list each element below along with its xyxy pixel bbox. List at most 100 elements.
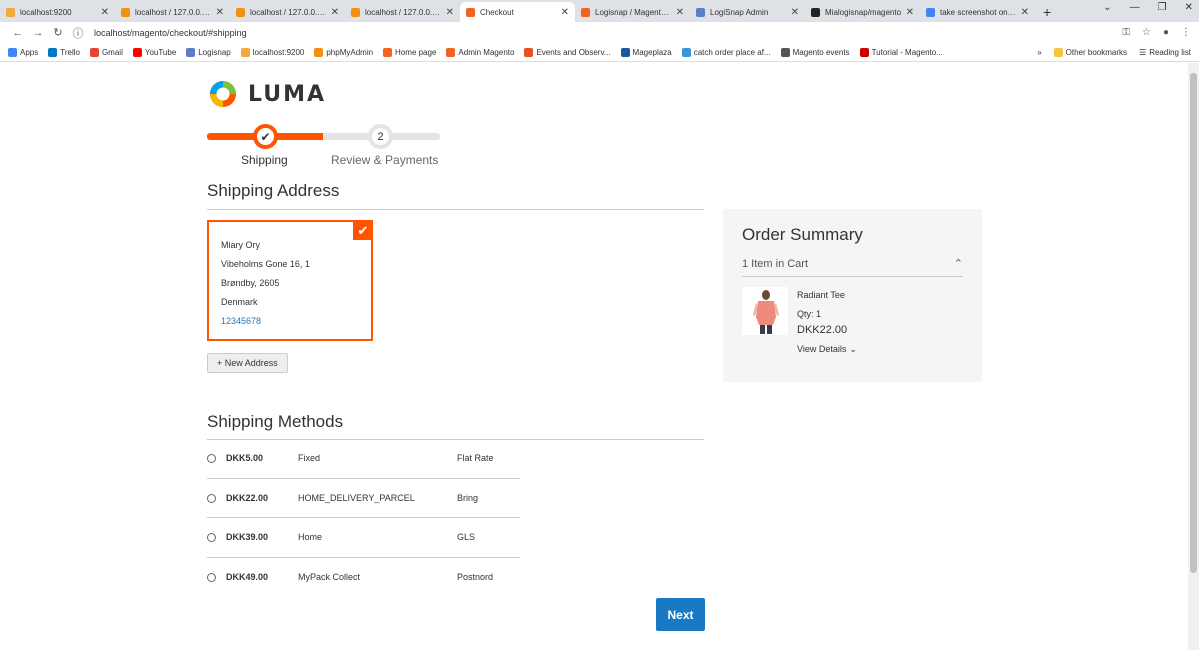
luma-logo[interactable]: LUMA xyxy=(207,79,326,109)
bookmark-favicon-icon xyxy=(446,47,456,57)
bookmarks-overflow-button[interactable]: » xyxy=(1037,48,1041,57)
scrollbar-thumb[interactable] xyxy=(1190,73,1197,573)
address-city: Brøndby, 2605 xyxy=(221,278,280,288)
bookmark-item[interactable]: Logisnap xyxy=(186,47,231,57)
shipping-method-row[interactable]: DKK22.00 HOME_DELIVERY_PARCEL Bring xyxy=(207,479,520,518)
bookmark-favicon-icon xyxy=(314,47,324,57)
bookmarks-right: » Other bookmarks ☰ Reading list xyxy=(1037,47,1191,57)
selected-address-card[interactable]: ✔ Miary Ory Vibeholms Gone 16, 1 Brøndby… xyxy=(207,220,373,341)
bookmark-item[interactable]: YouTube xyxy=(132,47,177,57)
shipping-method-price: DKK39.00 xyxy=(226,532,269,542)
info-icon[interactable]: ⓘ xyxy=(68,25,88,41)
tab-title: LogiSnap Admin xyxy=(710,7,769,17)
tab-close-icon[interactable]: ✕ xyxy=(791,7,799,18)
browser-tab[interactable]: localhost:9200 ✕ xyxy=(0,2,115,22)
shipping-method-row[interactable]: DKK5.00 Fixed Flat Rate xyxy=(207,439,520,479)
tab-search-icon[interactable]: ⌄ xyxy=(1103,2,1111,13)
bookmark-item[interactable]: Mageplaza xyxy=(620,47,672,57)
browser-tab[interactable]: take screenshot on w... ✕ xyxy=(920,2,1035,22)
step-shipping-label[interactable]: Shipping xyxy=(241,153,288,167)
next-button[interactable]: Next xyxy=(656,598,705,631)
shipping-method-radio[interactable] xyxy=(207,493,216,503)
browser-tab[interactable]: Logisnap / Magento A... ✕ xyxy=(575,2,690,22)
shipping-method-row[interactable]: DKK49.00 MyPack Collect Postnord xyxy=(207,558,520,598)
browser-tab[interactable]: Mialogisnap/magento ✕ xyxy=(805,2,920,22)
forward-icon[interactable]: → xyxy=(28,27,48,39)
tab-close-icon[interactable]: ✕ xyxy=(101,7,109,18)
profile-icon[interactable]: ● xyxy=(1163,27,1169,38)
tab-title: take screenshot on w... xyxy=(940,7,1017,17)
browser-tab[interactable]: LogiSnap Admin ✕ xyxy=(690,2,805,22)
bookmark-item[interactable]: Events and Observ... xyxy=(524,47,611,57)
window-controls: ⌄ — ❐ ✕ xyxy=(1103,2,1193,13)
product-qty: Qty: 1 xyxy=(797,309,822,319)
bookmark-item[interactable]: phpMyAdmin xyxy=(314,47,374,57)
bookmark-label: Tutorial - Magento... xyxy=(871,47,943,57)
cart-items-count: 1 Item in Cart xyxy=(742,257,809,270)
star-icon[interactable]: ☆ xyxy=(1142,27,1151,38)
bookmark-item[interactable]: Apps xyxy=(8,47,38,57)
bookmark-favicon-icon xyxy=(132,47,142,57)
bookmark-favicon-icon xyxy=(8,47,17,57)
tab-close-icon[interactable]: ✕ xyxy=(216,7,224,18)
new-tab-button[interactable]: + xyxy=(1043,2,1051,22)
cart-items-toggle[interactable]: 1 Item in Cart ⌃ xyxy=(742,257,963,277)
step-review-label: Review & Payments xyxy=(331,153,439,167)
chevron-up-icon: ⌃ xyxy=(953,258,963,270)
bookmark-item[interactable]: Gmail xyxy=(89,47,123,57)
new-address-button[interactable]: + New Address xyxy=(207,353,288,373)
browser-tab[interactable]: localhost / 127.0.0.1 / ... ✕ xyxy=(230,2,345,22)
tab-favicon-icon xyxy=(351,7,360,17)
address-phone-link[interactable]: 12345678 xyxy=(221,312,359,331)
shipping-method-row[interactable]: DKK39.00 Home GLS xyxy=(207,518,520,558)
reading-list-icon: ☰ xyxy=(1139,47,1147,57)
tab-favicon-icon xyxy=(926,7,935,17)
browser-tab[interactable]: Checkout ✕ xyxy=(460,2,575,22)
minimize-icon[interactable]: — xyxy=(1130,2,1140,13)
tab-close-icon[interactable]: ✕ xyxy=(331,7,339,18)
bookmark-label: YouTube xyxy=(144,47,177,57)
bookmark-item[interactable]: Tutorial - Magento... xyxy=(859,47,943,57)
key-icon[interactable]: ⚿ xyxy=(1122,27,1130,38)
luma-logo-text: LUMA xyxy=(248,81,327,107)
shipping-method-radio[interactable] xyxy=(207,454,216,463)
bookmarks-bar: Apps Trello Gmail YouTube Logisnap localhost:… xyxy=(0,43,1199,62)
tab-close-icon[interactable]: ✕ xyxy=(561,7,569,18)
page-scrollbar[interactable] xyxy=(1188,63,1199,650)
tab-close-icon[interactable]: ✕ xyxy=(906,7,914,18)
back-icon[interactable]: ← xyxy=(8,27,28,39)
browser-tab[interactable]: localhost / 127.0.0.1 / ... ✕ xyxy=(345,2,460,22)
menu-icon[interactable]: ⋮ xyxy=(1181,27,1191,38)
tab-close-icon[interactable]: ✕ xyxy=(1021,7,1029,18)
other-bookmarks-folder[interactable]: Other bookmarks xyxy=(1053,47,1127,57)
bookmark-item[interactable]: Magento events xyxy=(780,47,850,57)
close-window-icon[interactable]: ✕ xyxy=(1185,2,1193,13)
shipping-method-name: HOME_DELIVERY_PARCEL xyxy=(298,492,415,503)
tab-favicon-icon xyxy=(466,7,475,17)
view-details-toggle[interactable]: View Details ⌄ xyxy=(797,341,857,357)
reload-icon[interactable]: ↻ xyxy=(48,26,68,39)
bookmark-item[interactable]: Trello xyxy=(48,47,80,57)
bookmark-item[interactable]: Home page xyxy=(383,47,436,57)
shipping-method-radio[interactable] xyxy=(207,572,216,582)
browser-tab[interactable]: localhost / 127.0.0.1 / ... ✕ xyxy=(115,2,230,22)
tab-title: localhost / 127.0.0.1 / ... xyxy=(365,7,442,17)
folder-icon xyxy=(1053,47,1063,57)
tab-favicon-icon xyxy=(811,7,820,17)
step-review-number: 2 xyxy=(368,124,393,149)
tab-close-icon[interactable]: ✕ xyxy=(446,7,454,18)
bookmark-item[interactable]: catch order place af... xyxy=(681,47,771,57)
checkout-progress-bar: ✔ 2 Shipping Review & Payments xyxy=(207,123,440,173)
shipping-method-carrier: Postnord xyxy=(457,571,494,582)
shipping-method-radio[interactable] xyxy=(207,533,216,542)
shipping-method-name: Fixed xyxy=(298,453,321,463)
tab-close-icon[interactable]: ✕ xyxy=(676,7,684,18)
checkout-page: LUMA ✔ 2 Shipping Review & Payments Ship… xyxy=(0,63,1188,650)
bookmark-label: phpMyAdmin xyxy=(326,47,374,57)
reading-list-button[interactable]: ☰ Reading list xyxy=(1139,48,1191,57)
url-field[interactable]: localhost/magento/checkout/#shipping xyxy=(94,28,247,38)
bookmark-label: Admin Magento xyxy=(458,47,515,57)
bookmark-item[interactable]: localhost:9200 xyxy=(240,47,304,57)
restore-icon[interactable]: ❐ xyxy=(1158,2,1167,13)
bookmark-item[interactable]: Admin Magento xyxy=(446,47,515,57)
